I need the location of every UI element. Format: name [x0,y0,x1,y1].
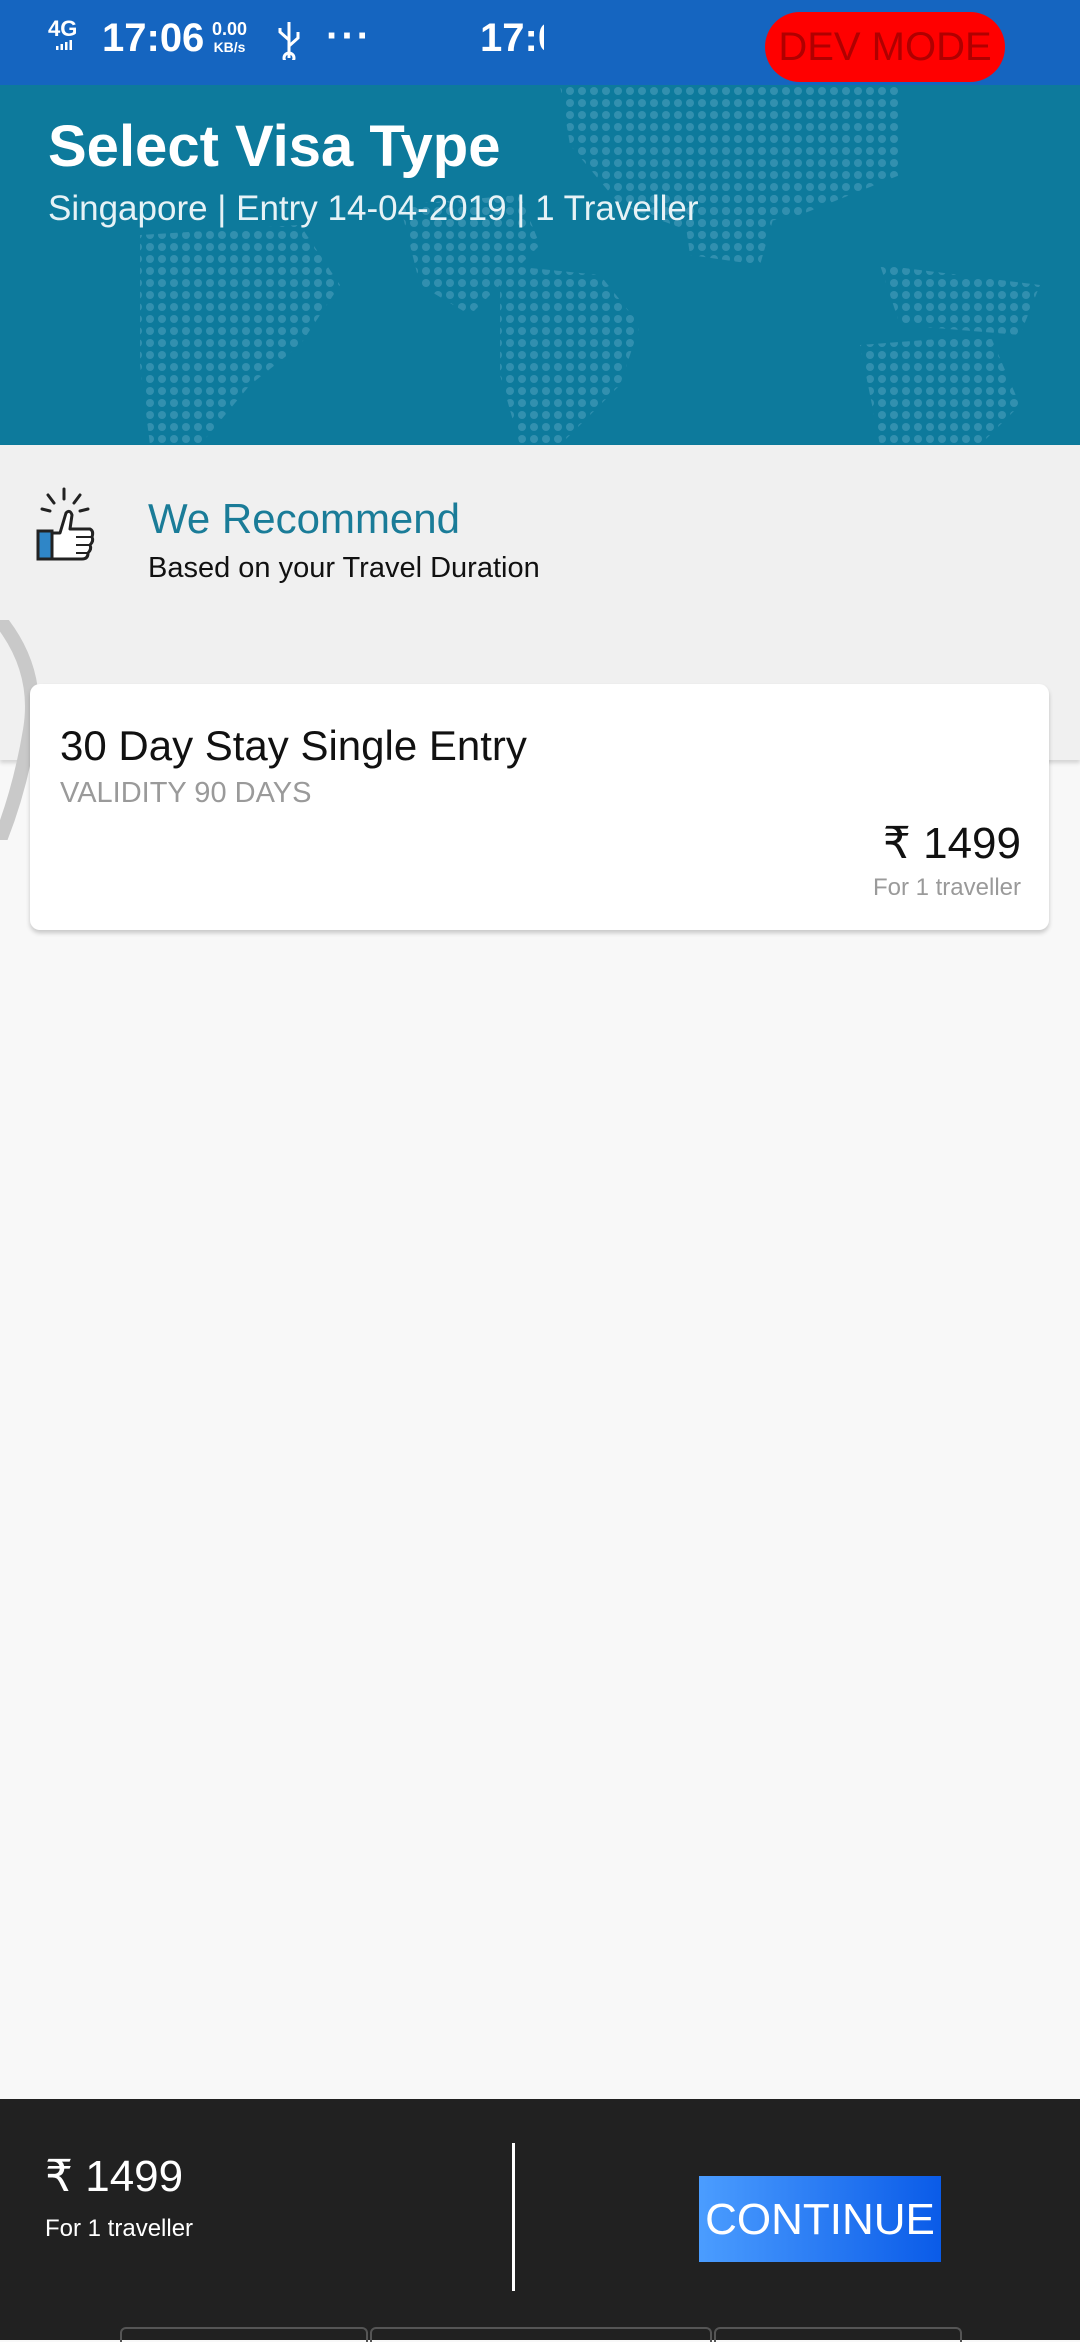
bottom-bar: ₹ 1499 For 1 traveller CONTINUE [0,2099,1080,2342]
usb-icon [278,22,300,60]
status-time-duplicate: 17:06 [480,16,544,60]
total-price: ₹ 1499 [45,2152,184,2201]
visa-name: 30 Day Stay Single Entry [60,722,527,769]
more-notifications-icon: ··· [326,14,372,58]
visa-validity: VALIDITY 90 DAYS [60,777,312,809]
network-type-label: 4G [48,16,78,41]
visa-price: ₹ 1499 [882,819,1021,868]
recommend-subtitle: Based on your Travel Duration [148,552,540,584]
speed-unit: KB/s [213,39,246,55]
dev-mode-badge: DEV MODE [765,12,1005,82]
status-time: 17:06 [102,16,205,60]
signal-icon [56,40,72,50]
total-price-per: For 1 traveller [45,2215,194,2242]
network-speed: 0.00 KB/s [212,20,247,56]
divider [512,2143,515,2291]
visa-price-per: For 1 traveller [872,874,1021,901]
thumbs-up-icon [36,487,95,561]
status-bar: 4G 17:06 0.00 KB/s ··· 17:06 DEV MODE [0,0,1080,85]
visa-option-card[interactable]: 30 Day Stay Single Entry VALIDITY 90 DAY… [30,684,1049,930]
trip-summary: Singapore | Entry 14-04-2019 | 1 Travell… [48,189,699,228]
header: Select Visa Type Singapore | Entry 14-04… [0,85,1080,445]
speed-value: 0.00 [212,19,248,39]
continue-button[interactable]: CONTINUE [699,2176,941,2262]
recommend-title: We Recommend [148,495,461,542]
page-title: Select Visa Type [48,114,501,179]
